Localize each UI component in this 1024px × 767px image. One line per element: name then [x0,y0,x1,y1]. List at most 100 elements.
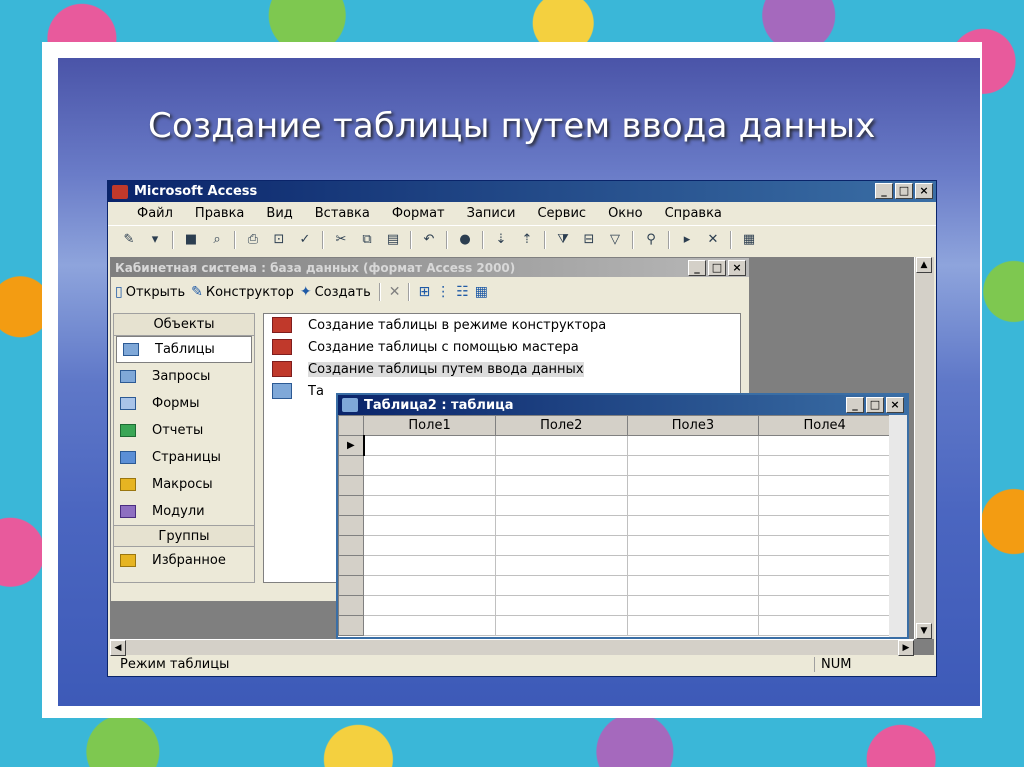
menu-format[interactable]: Формат [381,206,456,221]
table-cell[interactable] [494,615,628,636]
table-cell[interactable] [758,615,891,636]
menu-edit[interactable]: Правка [184,206,255,221]
new-record-icon[interactable]: ▸ [676,230,698,250]
table-cell[interactable] [758,575,891,596]
design-button[interactable]: ✎ Конструктор [191,284,294,300]
column-header[interactable]: Поле1 [363,415,496,436]
record-selector[interactable] [338,495,365,516]
dropdown-arrow-icon[interactable]: ▾ [144,230,166,250]
table-cell[interactable] [494,435,628,456]
copy-icon[interactable]: ⧉ [356,230,378,250]
table-cell[interactable] [363,575,496,596]
table-cell[interactable] [626,555,760,576]
minimize-button[interactable]: _ [875,183,893,199]
table-cell[interactable] [758,535,891,556]
print-preview-icon[interactable]: ⊡ [268,230,290,250]
close-button[interactable]: × [915,183,933,199]
table-cell[interactable] [363,615,496,636]
large-icons-icon[interactable]: ⊞ [418,284,430,300]
list-item-design-view[interactable]: Создание таблицы в режиме конструктора [264,314,740,336]
menu-view[interactable]: Вид [255,206,303,221]
object-forms[interactable]: Формы [114,390,254,417]
table-cell[interactable] [363,495,496,516]
table-cell[interactable] [626,455,760,476]
menu-window[interactable]: Окно [597,206,654,221]
table-cell[interactable] [758,455,891,476]
scroll-up-arrow-icon[interactable]: ▲ [916,257,932,273]
table-cell[interactable] [626,435,760,456]
delete-icon[interactable]: ✕ [389,284,401,300]
database-icon[interactable]: ● [454,230,476,250]
table-cell[interactable] [363,555,496,576]
print-icon[interactable]: ⎙ [242,230,264,250]
table-maximize-button[interactable]: □ [866,397,884,413]
database-titlebar[interactable]: Кабинетная система : база данных (формат… [111,258,749,277]
maximize-button[interactable]: □ [895,183,913,199]
table-cell[interactable] [758,555,891,576]
record-selector[interactable] [338,595,365,616]
table-cell[interactable] [626,475,760,496]
table-cell[interactable] [626,575,760,596]
table-cell[interactable] [494,495,628,516]
find-icon[interactable]: ⚲ [640,230,662,250]
record-selector-arrow-icon[interactable]: ▶ [338,435,365,456]
table-cell[interactable] [362,435,496,456]
details-view-icon[interactable]: ▦ [475,284,488,300]
object-tables[interactable]: Таблицы [116,336,252,363]
column-header[interactable]: Поле4 [758,415,891,436]
menu-records[interactable]: Записи [456,206,527,221]
apply-filter-icon[interactable]: ▽ [604,230,626,250]
paste-icon[interactable]: ▤ [382,230,404,250]
db-maximize-button[interactable]: □ [708,260,726,276]
table-cell[interactable] [363,475,496,496]
db-minimize-button[interactable]: _ [688,260,706,276]
table-cell[interactable] [758,475,891,496]
object-queries[interactable]: Запросы [114,363,254,390]
view-icon[interactable]: ✎ [118,230,140,250]
table-cell[interactable] [626,595,760,616]
table-minimize-button[interactable]: _ [846,397,864,413]
object-modules[interactable]: Модули [114,498,254,525]
open-button[interactable]: ▯ Открыть [115,284,185,300]
vertical-scrollbar[interactable]: ▲ ▼ [914,257,934,639]
table-cell[interactable] [758,435,891,456]
db-close-button[interactable]: × [728,260,746,276]
column-header[interactable]: Поле3 [626,415,760,436]
table-cell[interactable] [758,515,891,536]
select-all-corner[interactable] [338,415,365,436]
record-selector[interactable] [338,475,365,496]
table-cell[interactable] [494,475,628,496]
datasheet-grid[interactable]: Поле1 Поле2 Поле3 Поле4 ▶ [338,415,891,637]
record-selector[interactable] [338,575,365,596]
table-cell[interactable] [494,555,628,576]
table-cell[interactable] [758,495,891,516]
create-button[interactable]: ✦ Создать [300,284,371,300]
grid-vertical-scrollbar[interactable] [889,415,907,637]
sort-descending-icon[interactable]: ⇡ [516,230,538,250]
table-cell[interactable] [626,535,760,556]
table-close-button[interactable]: × [886,397,904,413]
table-cell[interactable] [758,595,891,616]
table-cell[interactable] [494,455,628,476]
menu-help[interactable]: Справка [654,206,733,221]
groups-header[interactable]: Группы [114,525,254,547]
record-selector[interactable] [338,535,365,556]
record-selector[interactable] [338,555,365,576]
table-cell[interactable] [494,515,628,536]
object-pages[interactable]: Страницы [114,444,254,471]
sort-ascending-icon[interactable]: ⇣ [490,230,512,250]
record-selector[interactable] [338,515,365,536]
table-cell[interactable] [494,535,628,556]
filter-selection-icon[interactable]: ⧩ [552,230,574,250]
undo-icon[interactable]: ↶ [418,230,440,250]
menu-tools[interactable]: Сервис [526,206,597,221]
table-cell[interactable] [626,495,760,516]
table-cell[interactable] [626,515,760,536]
column-header[interactable]: Поле2 [494,415,628,436]
table-cell[interactable] [363,515,496,536]
table-cell[interactable] [363,595,496,616]
table-cell[interactable] [363,455,496,476]
list-view-icon[interactable]: ☷ [456,284,469,300]
table-cell[interactable] [494,595,628,616]
object-reports[interactable]: Отчеты [114,417,254,444]
